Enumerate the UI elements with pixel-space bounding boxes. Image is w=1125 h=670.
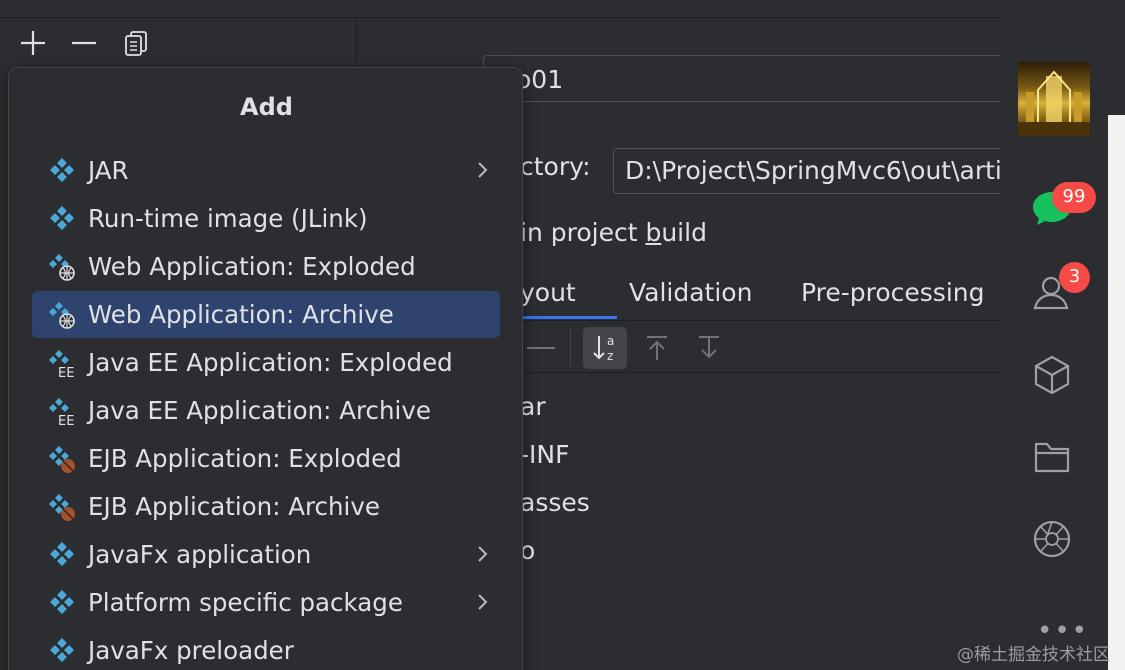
chevron-right-icon [474, 544, 490, 564]
avatar-image [1018, 70, 1090, 136]
web-artifact-icon [47, 300, 77, 330]
menu-item-label: Web Application: Exploded [88, 252, 416, 281]
artifact-icon [47, 156, 77, 186]
sort-button[interactable]: a z [583, 327, 627, 369]
web-artifact-icon [47, 252, 77, 282]
layout-remove-button[interactable] [518, 327, 562, 369]
menu-item-java-ee-application-exploded[interactable]: EE Java EE Application: Exploded [32, 339, 500, 386]
output-directory-value: D:\Project\SpringMvc6\out\arti [625, 156, 1000, 185]
menu-item-label: EJB Application: Exploded [88, 444, 402, 473]
toolbar-separator [570, 328, 571, 366]
menu-item-label: EJB Application: Archive [88, 492, 380, 521]
include-in-build-checkbox[interactable]: in project build [520, 218, 707, 247]
move-down-button[interactable] [687, 327, 731, 369]
ejb-artifact-icon [47, 444, 77, 474]
javaee-artifact-icon: EE [47, 348, 77, 381]
tab-pre-processing[interactable]: Pre-processing [801, 278, 985, 307]
tree-item[interactable]: ar [520, 392, 546, 421]
menu-item-web-application-exploded[interactable]: Web Application: Exploded [32, 243, 500, 290]
window-edge-light [1108, 115, 1125, 670]
output-directory-label: ctory: [520, 152, 591, 181]
menu-item-javafx-preloader[interactable]: JavaFx preloader [32, 627, 500, 670]
menu-item-java-ee-application-archive[interactable]: EE Java EE Application: Archive [32, 387, 500, 434]
tree-item[interactable]: -INF [520, 440, 569, 469]
menu-item-label: JAR [88, 156, 129, 185]
artifact-icon [47, 636, 77, 666]
include-in-build-label-end: uild [661, 218, 707, 247]
menu-item-ejb-application-exploded[interactable]: EJB Application: Exploded [32, 435, 500, 482]
menu-item-ejb-application-archive[interactable]: EJB Application: Archive [32, 483, 500, 530]
menu-item-label: Platform specific package [88, 588, 403, 617]
artifact-name-field[interactable]: o01 [483, 55, 1000, 102]
watermark: @稀土掘金技术社区 [957, 645, 1110, 665]
svg-text:EE: EE [58, 366, 74, 378]
menu-item-label: JavaFx application [88, 540, 312, 569]
copy-button[interactable] [122, 28, 152, 58]
menu-item-label: Run-time image (JLink) [88, 204, 368, 233]
top-divider [0, 17, 1000, 18]
artifact-name-value: o01 [516, 65, 564, 94]
sort-alpha-icon: a z [593, 334, 614, 363]
menu-item-jar[interactable]: JAR [32, 147, 500, 194]
copy-icon [125, 31, 147, 56]
plus-icon [21, 31, 45, 55]
aperture-icon [1033, 520, 1071, 558]
folder-icon [1034, 442, 1070, 473]
artifact-icon [47, 540, 77, 570]
javaee-artifact-icon: EE [47, 396, 77, 429]
menu-item-web-application-archive[interactable]: Web Application: Archive [32, 291, 500, 338]
messages-badge: 99 [1052, 182, 1096, 213]
right-sidebar: 99 3 ••• [1000, 0, 1108, 670]
tab-output-layout[interactable]: yout [520, 278, 576, 307]
menu-item-platform-specific-package[interactable]: Platform specific package [32, 579, 500, 626]
tree-divider [505, 372, 1000, 373]
move-up-icon [647, 336, 667, 360]
add-artifact-popup: Add JAR Run-time image (JLink) Web Applica… [8, 67, 523, 670]
ejb-artifact-icon [47, 492, 77, 522]
mini-programs-button[interactable] [1029, 352, 1075, 398]
contacts-badge: 3 [1059, 262, 1090, 293]
include-in-build-label: in project [520, 218, 646, 247]
move-up-button[interactable] [635, 327, 679, 369]
svg-text:EE: EE [58, 414, 74, 426]
menu-item-run-time-image-jlink[interactable]: Run-time image (JLink) [32, 195, 500, 242]
menu-item-label: JavaFx preloader [88, 636, 294, 665]
move-down-icon [699, 336, 719, 359]
chevron-right-icon [474, 160, 490, 180]
tab-validation[interactable]: Validation [629, 278, 752, 307]
menu-item-label: Java EE Application: Archive [88, 396, 431, 425]
window-edge [1108, 0, 1125, 670]
files-button[interactable] [1029, 434, 1075, 480]
pane-divider [356, 18, 357, 68]
artifact-icon [47, 588, 77, 618]
output-directory-field[interactable]: D:\Project\SpringMvc6\out\arti [613, 148, 1000, 194]
avatar[interactable] [1018, 62, 1090, 136]
minus-icon [72, 41, 96, 45]
chevron-right-icon [474, 592, 490, 612]
cube-icon [1034, 355, 1070, 395]
artifact-icon [47, 204, 77, 234]
svg-text:z: z [607, 349, 613, 363]
remove-icon [527, 347, 555, 349]
include-in-build-mnemonic: b [645, 218, 662, 247]
tabs-divider [505, 320, 1000, 321]
remove-button[interactable] [69, 28, 99, 58]
menu-item-javafx-application[interactable]: JavaFx application [32, 531, 500, 578]
tree-item[interactable]: asses [520, 488, 590, 517]
svg-text:a: a [607, 334, 614, 348]
menu-item-label: Web Application: Archive [88, 300, 394, 329]
add-button[interactable] [18, 28, 48, 58]
popup-title: Add [240, 93, 293, 121]
moments-button[interactable] [1029, 516, 1075, 562]
menu-item-label: Java EE Application: Exploded [88, 348, 453, 377]
